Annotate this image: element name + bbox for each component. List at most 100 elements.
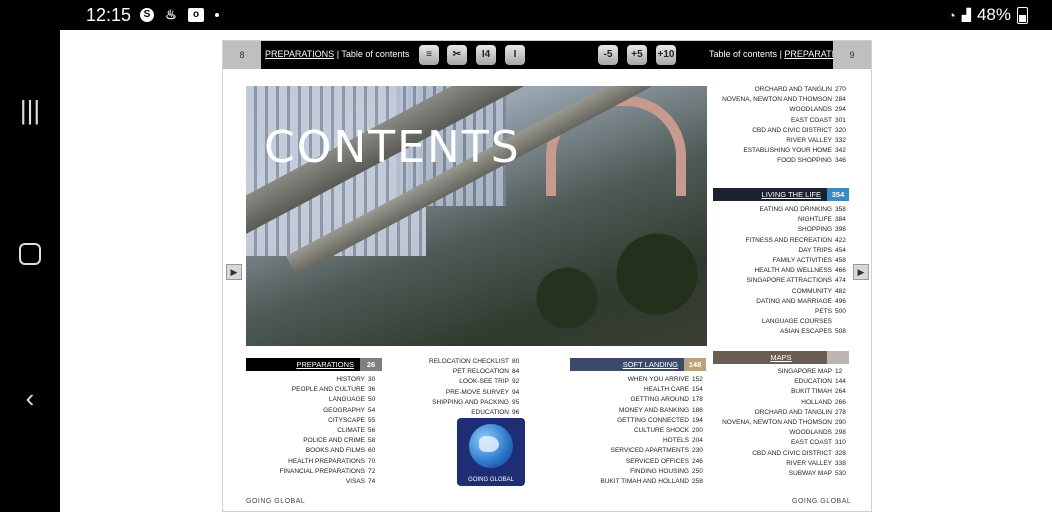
toc-entry[interactable]: SHIPPING AND PACKING 95 bbox=[396, 398, 526, 408]
section-label: SOFT LANDING bbox=[622, 360, 678, 369]
toc-maps: SINGAPORE MAP 12 EDUCATION 144 BUKIT TIMAH… bbox=[712, 367, 849, 479]
toc-entry[interactable]: GEOGRAPHY 54 bbox=[246, 406, 382, 416]
toc-entry[interactable]: SINGAPORE ATTRACTIONS 474 bbox=[712, 276, 849, 286]
toc-entry[interactable]: DAY TRIPS 454 bbox=[712, 246, 849, 256]
toc-entry[interactable]: FITNESS AND RECREATION 422 bbox=[712, 236, 849, 246]
clock: 12:15 bbox=[86, 5, 132, 25]
section-living-the-life[interactable]: LIVING THE LIFE 354 bbox=[713, 188, 849, 201]
toc-entry[interactable]: SERVICED APARTMENTS 230 bbox=[570, 446, 706, 456]
toc-entry[interactable]: ESTABLISHING YOUR HOME 342 bbox=[712, 146, 849, 156]
toc-entry[interactable]: HISTORY 30 bbox=[246, 375, 382, 385]
status-right: ◔ ▟ 48% bbox=[948, 5, 1028, 25]
toc-entry[interactable]: ASIAN ESCAPES 508 bbox=[712, 327, 849, 337]
toc-entry[interactable]: NOVENA, NEWTON AND THOMSON 290 bbox=[712, 418, 849, 428]
toc-entry[interactable]: CULTURE SHOCK 200 bbox=[570, 426, 706, 436]
outlook-icon: o bbox=[188, 8, 204, 22]
forward-10-button[interactable]: +10 bbox=[656, 45, 676, 65]
toc-entry[interactable]: HOLLAND 266 bbox=[712, 398, 849, 408]
toc-entry[interactable]: RELOCATION CHECKLIST 80 bbox=[396, 357, 526, 367]
section-label: LIVING THE LIFE bbox=[761, 190, 821, 199]
left-page-number: 8 bbox=[223, 41, 261, 69]
toc-entry[interactable]: HEALTH AND WELLNESS 466 bbox=[712, 266, 849, 276]
toc-entry[interactable]: HEALTH CARE 154 bbox=[570, 385, 706, 395]
toc-living: EATING AND DRINKING 358 NIGHTLIFE 384 SHOP… bbox=[712, 205, 849, 338]
toc-entry[interactable]: CITYSCAPE 55 bbox=[246, 416, 382, 426]
toc-entry[interactable]: SUBWAY MAP 530 bbox=[712, 469, 849, 479]
toc-preparations: HISTORY 30 PEOPLE AND CULTURE 36 LANGUAGE 5… bbox=[246, 375, 382, 487]
forward-5-button[interactable]: +5 bbox=[627, 45, 647, 65]
toc-entry[interactable]: EDUCATION 96 bbox=[396, 408, 526, 418]
toc-entry[interactable]: WOODLANDS 294 bbox=[712, 105, 849, 115]
toc-entry[interactable]: GETTING AROUND 178 bbox=[570, 395, 706, 405]
toc-entry[interactable]: FINDING HOUSING 250 bbox=[570, 467, 706, 477]
toc-entry[interactable]: SERVICED OFFICES 246 bbox=[570, 457, 706, 467]
toc-entry[interactable]: WOODLANDS 298 bbox=[712, 428, 849, 438]
section-label: PREPARATIONS bbox=[296, 360, 354, 369]
toc-entry[interactable]: LANGUAGE 50 bbox=[246, 395, 382, 405]
toc-entry[interactable]: NOVENA, NEWTON AND THOMSON 284 bbox=[712, 95, 849, 105]
right-breadcrumb: Table of contents | PREPARATIONS bbox=[709, 49, 854, 59]
toc-entry[interactable]: LOOK-SEE TRIP 92 bbox=[396, 377, 526, 387]
toc-entry[interactable]: VISAS 74 bbox=[246, 477, 382, 487]
toc-entry[interactable]: PRE-MOVE SURVEY 94 bbox=[396, 388, 526, 398]
toc-entry[interactable]: HEALTH PREPARATIONS 70 bbox=[246, 457, 382, 467]
toc-entry[interactable]: MONEY AND BANKING 186 bbox=[570, 406, 706, 416]
section-preparations[interactable]: PREPARATIONS 26 bbox=[246, 358, 382, 371]
toc-entry[interactable]: CBD AND CIVIC DISTRICT 320 bbox=[712, 126, 849, 136]
toc-entry[interactable]: BOOKS AND FILMS 60 bbox=[246, 446, 382, 456]
home-button[interactable] bbox=[14, 238, 46, 270]
toc-entry[interactable]: HOTELS 204 bbox=[570, 436, 706, 446]
toc-entry[interactable]: RIVER VALLEY 332 bbox=[712, 136, 849, 146]
toc-entry[interactable]: EATING AND DRINKING 358 bbox=[712, 205, 849, 215]
toc-entry[interactable]: PETS 500 bbox=[712, 307, 849, 317]
recent-apps-button[interactable]: ||| bbox=[14, 94, 46, 126]
toc-entry[interactable]: EDUCATION 144 bbox=[712, 377, 849, 387]
footer-left: GOING GLOBAL bbox=[246, 498, 306, 505]
first-page-button[interactable]: I4 bbox=[476, 45, 496, 65]
toc-entry[interactable]: SINGAPORE MAP 12 bbox=[712, 367, 849, 377]
toc-entry[interactable]: WHEN YOU ARRIVE 152 bbox=[570, 375, 706, 385]
toc-entry[interactable]: FINANCIAL PREPARATIONS 72 bbox=[246, 467, 382, 477]
toc-entry[interactable]: BUKIT TIMAH AND HOLLAND 258 bbox=[570, 477, 706, 487]
battery-percent: 48% bbox=[976, 5, 1011, 24]
toc-entry[interactable]: SHOPPING 398 bbox=[712, 225, 849, 235]
left-label: Table of contents bbox=[341, 49, 410, 59]
toc-entry[interactable]: PET RELOCATION 84 bbox=[396, 367, 526, 377]
hero-title: CONTENTS bbox=[264, 122, 521, 173]
toc-entry[interactable]: ORCHARD AND TANGLIN 270 bbox=[712, 85, 849, 95]
toc-entry[interactable]: CBD AND CIVIC DISTRICT 328 bbox=[712, 449, 849, 459]
skype-icon: S bbox=[140, 8, 154, 22]
back-button[interactable]: ‹ bbox=[14, 382, 46, 414]
prev-page-arrow[interactable]: ▶ bbox=[226, 264, 242, 280]
toc-entry[interactable]: EAST COAST 301 bbox=[712, 116, 849, 126]
toc-entry[interactable]: CLIMATE 56 bbox=[246, 426, 382, 436]
footer-right: GOING GLOBAL bbox=[792, 498, 852, 505]
section-maps[interactable]: MAPS bbox=[713, 351, 849, 364]
globe-icon bbox=[469, 424, 513, 468]
toc-entry[interactable]: ORCHARD AND TANGLIN 278 bbox=[712, 408, 849, 418]
left-section-link[interactable]: PREPARATIONS bbox=[265, 49, 334, 59]
toc-entry[interactable]: NIGHTLIFE 384 bbox=[712, 215, 849, 225]
toc-entry[interactable]: FAMILY ACTIVITIES 458 bbox=[712, 256, 849, 266]
section-soft-landing[interactable]: SOFT LANDING 148 bbox=[570, 358, 706, 371]
navigation-bar: ||| ‹ bbox=[0, 30, 60, 512]
menu-button[interactable]: ≡ bbox=[419, 45, 439, 65]
last-page-button[interactable]: I bbox=[505, 45, 525, 65]
toc-soft-landing: WHEN YOU ARRIVE 152 HEALTH CARE 154 GETTIN… bbox=[570, 375, 706, 487]
toc-entry[interactable]: BUKIT TIMAH 264 bbox=[712, 387, 849, 397]
book-toolbar: 8 PREPARATIONS | Table of contents ≡ ✂ I… bbox=[223, 41, 871, 69]
next-page-arrow[interactable]: ▶ bbox=[853, 264, 869, 280]
toc-entry[interactable]: GETTING CONNECTED 194 bbox=[570, 416, 706, 426]
tools-button[interactable]: ✂ bbox=[447, 45, 467, 65]
toc-entry[interactable]: EAST COAST 310 bbox=[712, 438, 849, 448]
toc-entry[interactable]: DATING AND MARRIAGE 496 bbox=[712, 297, 849, 307]
toc-entry[interactable]: FOOD SHOPPING 346 bbox=[712, 156, 849, 166]
toc-entry[interactable]: PEOPLE AND CULTURE 36 bbox=[246, 385, 382, 395]
toc-entry[interactable]: POLICE AND CRIME 58 bbox=[246, 436, 382, 446]
toc-entry[interactable]: COMMUNITY 482 bbox=[712, 287, 849, 297]
section-page: 26 bbox=[360, 358, 382, 371]
going-global-logo: GOING GLOBAL bbox=[457, 418, 525, 486]
back-5-button[interactable]: -5 bbox=[598, 45, 618, 65]
toc-entry[interactable]: LANGUAGE COURSES bbox=[712, 317, 849, 327]
toc-entry[interactable]: RIVER VALLEY 338 bbox=[712, 459, 849, 469]
